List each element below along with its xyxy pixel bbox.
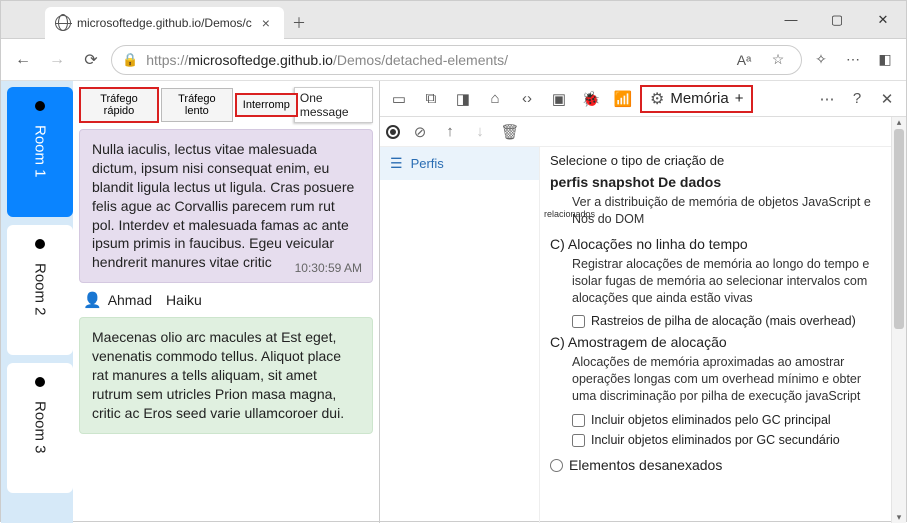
room-1[interactable]: Room 1 (7, 87, 73, 217)
chat-panel: Tráfego rápido Tráfego lento Interromp O… (73, 81, 379, 523)
clear-icon[interactable]: ⊘ (410, 123, 430, 141)
back-button[interactable]: ← (9, 46, 37, 74)
person-icon: 👤 (83, 291, 102, 309)
gc-major-checkbox[interactable]: Incluir objetos eliminados pelo GC princ… (572, 413, 884, 427)
browser-tab[interactable]: microsoftedge.github.io/Demos/c × (45, 7, 284, 39)
message-body: Maecenas olio arc macules at Est eget, v… (92, 329, 344, 421)
load-up-icon[interactable]: ↑ (440, 123, 460, 140)
network-icon[interactable]: 📶 (608, 84, 638, 114)
slow-traffic-button[interactable]: Tráfego lento (161, 88, 233, 122)
reading-mode-icon[interactable]: Aᵃ (731, 47, 757, 73)
snapshot-heading: perfis snapshot De dados (550, 174, 884, 190)
window-titlebar: microsoftedge.github.io/Demos/c × ＋ — ▢ … (1, 1, 906, 39)
fast-traffic-button[interactable]: Tráfego rápido (79, 87, 159, 123)
url-text: https://microsoftedge.github.io/Demos/de… (146, 52, 508, 68)
tab-title: microsoftedge.github.io/Demos/c (77, 16, 252, 30)
home-icon[interactable]: ⌂ (480, 84, 510, 114)
message-body: Nulla iaculis, lectus vitae malesuada di… (92, 141, 354, 270)
devtools-tabbar: ▭ ⧉ ◨ ⌂ ‹› ▣ 🐞 📶 ⚙ Memória + ⋯ ? ✕ (380, 81, 906, 117)
alloc-timeline-heading: C) Alocações no linha do tempo (550, 236, 884, 252)
close-tab-icon[interactable]: × (258, 15, 274, 31)
globe-icon (55, 15, 71, 31)
trash-icon[interactable]: 🗑 (500, 123, 520, 141)
url-box[interactable]: 🔒 https://microsoftedge.github.io/Demos/… (111, 45, 802, 75)
profiles-row[interactable]: ☰ Perfis (380, 147, 539, 180)
devtools-panel: ▭ ⧉ ◨ ⌂ ‹› ▣ 🐞 📶 ⚙ Memória + ⋯ ? ✕ ⊘ ↑ ↓ (379, 81, 906, 523)
collections-icon[interactable]: ✧ (808, 47, 834, 73)
message-author: 👤 Ahmad Haiku (79, 289, 373, 311)
stack-traces-checkbox[interactable]: Rastreios de pilha de alocação (mais ove… (572, 314, 884, 328)
rooms-sidebar: Room 1 Room 2 Room 3 (1, 81, 73, 523)
bug-icon[interactable]: 🐞 (576, 84, 606, 114)
message-time: 10:30:59 AM (295, 260, 362, 276)
menu-icon[interactable]: ⋯ (840, 47, 866, 73)
device-icon[interactable]: ⧉ (416, 84, 446, 114)
interrupt-button[interactable]: Interromp (235, 93, 298, 117)
room-2[interactable]: Room 2 (7, 225, 73, 355)
window-minimize[interactable]: — (768, 1, 814, 39)
gc-minor-checkbox[interactable]: Incluir objetos eliminados por GC secund… (572, 433, 884, 447)
memory-toolbar: ⊘ ↑ ↓ 🗑 (380, 117, 906, 147)
save-down-icon[interactable]: ↓ (470, 123, 490, 140)
window-close[interactable]: ✕ (860, 1, 906, 39)
memory-tab[interactable]: ⚙ Memória + (640, 85, 753, 113)
memory-options: Selecione o tipo de criação de perfis sn… (540, 147, 906, 523)
alloc-sampling-heading: C) Amostragem de alocação (550, 334, 884, 350)
window-maximize[interactable]: ▢ (814, 1, 860, 39)
chat-message: Nulla iaculis, lectus vitae malesuada di… (79, 129, 373, 283)
sliders-icon: ☰ (390, 155, 403, 172)
refresh-button[interactable]: ⟳ (77, 46, 105, 74)
forward-button[interactable]: → (43, 46, 71, 74)
devtools-scrollbar[interactable]: ▴ ▾ (891, 117, 906, 523)
profiles-sidebar: ☰ Perfis (380, 147, 540, 523)
application-icon[interactable]: ▣ (544, 84, 574, 114)
panel-icon[interactable]: ◨ (448, 84, 478, 114)
related-label: relacionados (544, 208, 595, 220)
gear-icon: ⚙ (650, 89, 664, 109)
sources-icon[interactable]: ‹› (512, 84, 542, 114)
help-icon[interactable]: ? (842, 84, 872, 114)
lock-icon: 🔒 (122, 52, 138, 68)
devtools-close-icon[interactable]: ✕ (872, 84, 902, 114)
chat-message: Maecenas olio arc macules at Est eget, v… (79, 317, 373, 433)
one-message-button[interactable]: One message (294, 87, 373, 123)
favorite-icon[interactable]: ☆ (765, 47, 791, 73)
record-icon[interactable] (386, 125, 400, 139)
room-3[interactable]: Room 3 (7, 363, 73, 493)
inspect-icon[interactable]: ▭ (384, 84, 414, 114)
address-bar: ← → ⟳ 🔒 https://microsoftedge.github.io/… (1, 39, 906, 81)
more-tools-icon[interactable]: ⋯ (812, 84, 842, 114)
detached-elements-radio[interactable]: Elementos desanexados (550, 457, 884, 473)
new-tab-button[interactable]: ＋ (288, 7, 310, 39)
sidebar-icon[interactable]: ◧ (872, 47, 898, 73)
